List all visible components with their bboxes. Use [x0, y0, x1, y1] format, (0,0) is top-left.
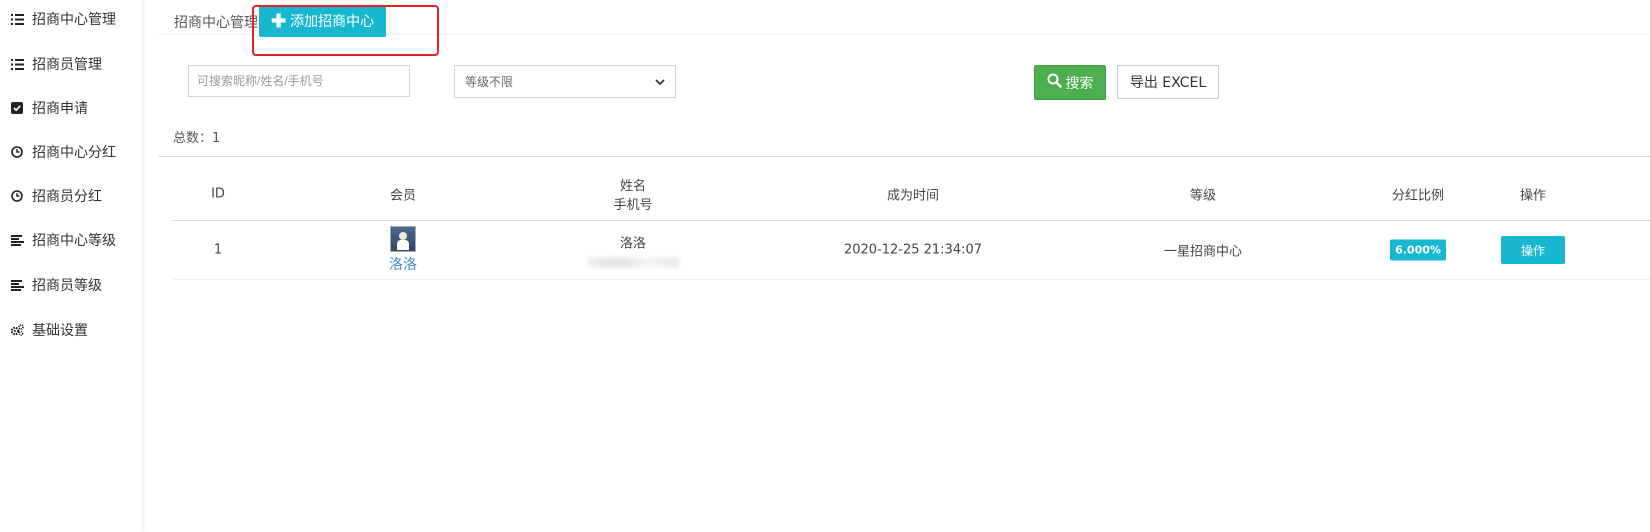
data-table: ID 会员 姓名 手机号 成为时间 等级 分红比例 操作 1 洛洛 洛洛 202… — [173, 168, 1650, 280]
avatar[interactable] — [390, 226, 416, 252]
sidebar-item-application[interactable]: 招商申请 — [10, 96, 88, 120]
sidebar-item-label: 招商员管理 — [32, 57, 102, 73]
sidebar-item-center-level[interactable]: 招商中心等级 — [10, 228, 116, 252]
header-ratio: 分红比例 — [1391, 188, 1444, 204]
add-center-button[interactable]: ✚ 添加招商中心 — [259, 5, 387, 37]
sidebar-item-label: 招商中心等级 — [32, 233, 116, 249]
cell-member[interactable]: 洛洛 — [343, 226, 463, 274]
header-action: 操作 — [1519, 188, 1546, 204]
cell-level: 一星招商中心 — [1163, 244, 1242, 260]
sidebar-item-center-dividend[interactable]: 招商中心分红 — [10, 140, 116, 164]
header-member: 会员 — [389, 188, 416, 204]
header-name: 姓名 — [619, 179, 646, 194]
sidebar-item-label: 招商员分红 — [32, 189, 102, 205]
sidebar-item-label: 基础设置 — [32, 323, 88, 339]
cell-name-phone: 洛洛 — [573, 233, 693, 268]
main-content: 招商中心管理 ✚ 添加招商中心 等级不限 搜索 导出 EXCEL 总数：1 ID… — [158, 0, 1650, 532]
header-time: 成为时间 — [886, 188, 939, 204]
sidebar-item-label: 招商员等级 — [32, 278, 102, 294]
header-name-phone: 姓名 手机号 — [573, 175, 693, 213]
header-phone: 手机号 — [613, 198, 653, 213]
chevron-down-icon — [655, 75, 665, 89]
level-select-value: 等级不限 — [465, 75, 514, 89]
action-button[interactable]: 操作 — [1501, 236, 1565, 264]
sidebar: 招商中心管理 招商员管理 招商申请 招商中心分红 招商员分红 招商中心等级 招商… — [0, 0, 143, 532]
search-button-label: 搜索 — [1065, 75, 1094, 92]
sidebar-item-center-management[interactable]: 招商中心管理 — [10, 7, 116, 31]
sidebar-item-basic-settings[interactable]: 基础设置 — [10, 318, 88, 342]
sidebar-item-label: 招商中心分红 — [32, 145, 116, 161]
sidebar-item-staff-management[interactable]: 招商员管理 — [10, 52, 102, 76]
header-id: ID — [211, 186, 225, 202]
align-left-icon — [10, 278, 24, 292]
align-left-icon — [10, 233, 24, 247]
cell-ratio: 6.000% — [1363, 239, 1473, 261]
breadcrumb: 招商中心管理 — [174, 15, 258, 31]
search-icon — [1047, 73, 1062, 92]
total-count: 总数：1 — [173, 131, 221, 146]
export-excel-button[interactable]: 导出 EXCEL — [1117, 65, 1219, 99]
member-name-link[interactable]: 洛洛 — [343, 254, 463, 274]
clock-icon — [10, 145, 24, 159]
divider — [158, 156, 1650, 157]
table-row: 1 洛洛 洛洛 2020-12-25 21:34:07 一星招商中心 6.000… — [173, 221, 1650, 280]
sidebar-item-staff-dividend[interactable]: 招商员分红 — [10, 184, 102, 208]
ratio-badge: 6.000% — [1390, 239, 1446, 261]
table-header-row: ID 会员 姓名 手机号 成为时间 等级 分红比例 操作 — [173, 168, 1650, 221]
redacted-phone — [587, 257, 679, 268]
check-square-icon — [10, 101, 24, 115]
add-center-button-label: 添加招商中心 — [290, 13, 375, 29]
sidebar-item-label: 招商中心管理 — [32, 12, 116, 28]
breadcrumb-bar: 招商中心管理 ✚ 添加招商中心 — [158, 0, 1650, 37]
sidebar-item-label: 招商申请 — [32, 101, 88, 117]
cell-name: 洛洛 — [619, 236, 646, 252]
export-excel-button-label: 导出 EXCEL — [1129, 75, 1207, 91]
header-level: 等级 — [1189, 188, 1216, 204]
list-icon — [10, 12, 24, 26]
list-icon — [10, 57, 24, 71]
gears-icon — [10, 323, 24, 337]
cell-action: 操作 — [1493, 236, 1573, 264]
sidebar-item-staff-level[interactable]: 招商员等级 — [10, 273, 102, 297]
search-input[interactable] — [188, 65, 410, 97]
clock-icon — [10, 189, 24, 203]
plus-icon: ✚ — [271, 11, 287, 31]
cell-time: 2020-12-25 21:34:07 — [843, 242, 983, 258]
search-button[interactable]: 搜索 — [1034, 65, 1106, 100]
cell-id: 1 — [213, 242, 223, 258]
level-select[interactable]: 等级不限 — [454, 65, 676, 98]
